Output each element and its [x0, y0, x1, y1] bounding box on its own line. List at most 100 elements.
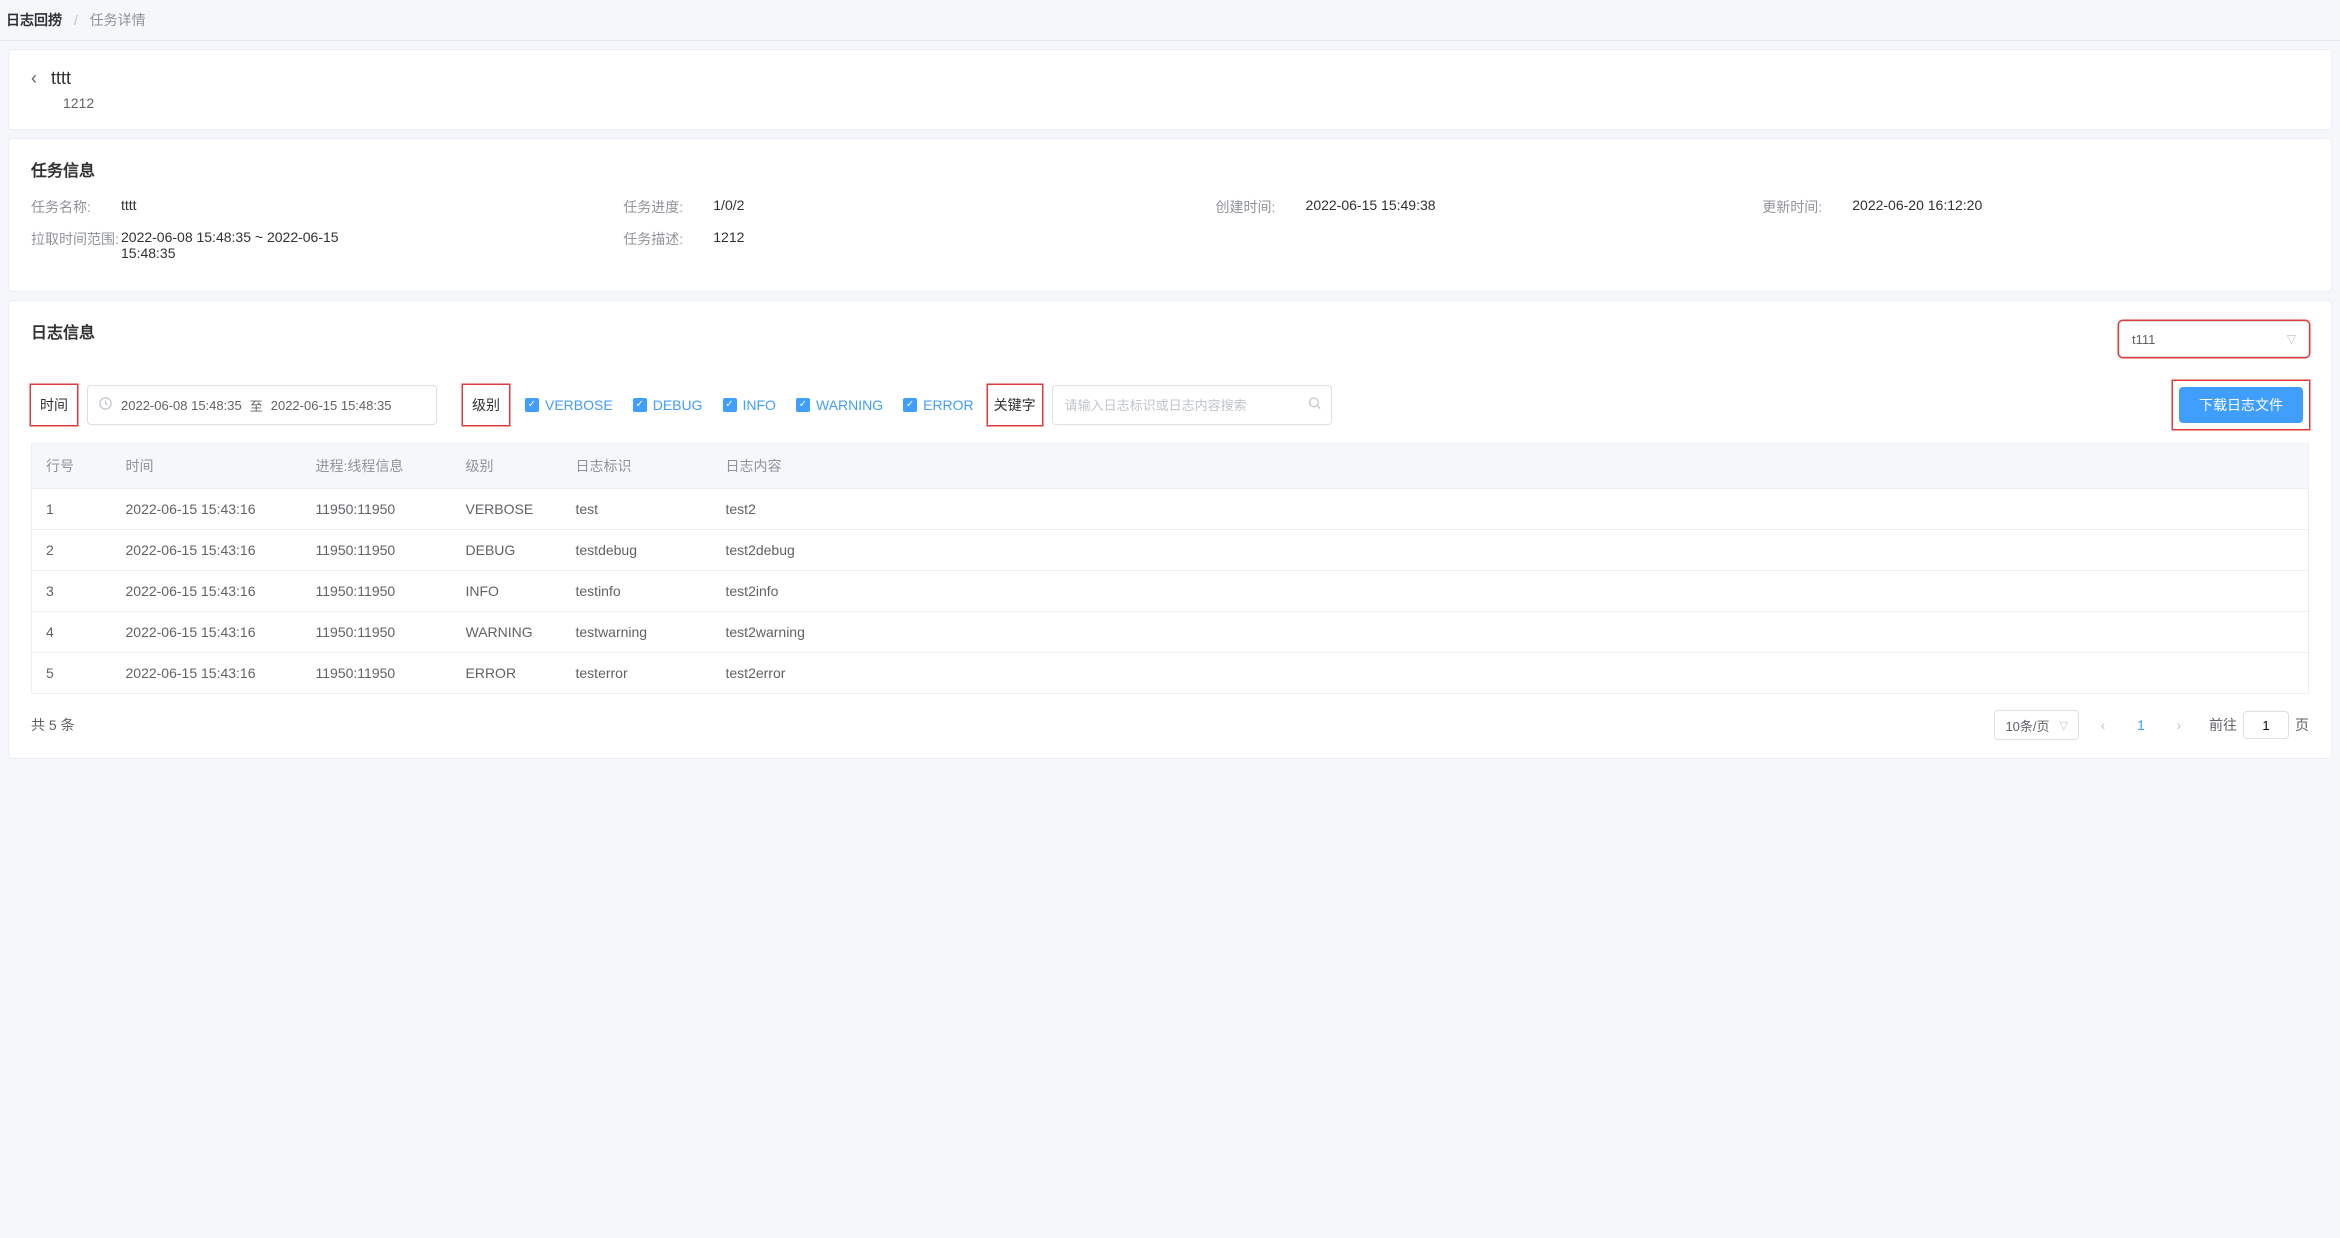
- table-row: 12022-06-15 15:43:1611950:11950VERBOSEte…: [32, 489, 2309, 530]
- page-size-select[interactable]: 10条/页 ▽: [1994, 710, 2079, 740]
- col-header-time: 时间: [112, 444, 302, 489]
- time-range-end: 2022-06-15 15:48:35: [271, 398, 392, 413]
- cell-time: 2022-06-15 15:43:16: [112, 530, 302, 571]
- page-prev-button[interactable]: ‹: [2089, 711, 2117, 739]
- chevron-down-icon: ▽: [2287, 332, 2296, 346]
- level-info-checkbox[interactable]: ✓INFO: [723, 397, 776, 413]
- task-info-title: 任务信息: [31, 157, 2309, 181]
- table-row: 22022-06-15 15:43:1611950:11950DEBUGtest…: [32, 530, 2309, 571]
- col-header-process: 进程:线程信息: [302, 444, 452, 489]
- task-name-label: 任务名称:: [31, 197, 121, 217]
- cell-time: 2022-06-15 15:43:16: [112, 612, 302, 653]
- col-header-index: 行号: [32, 444, 112, 489]
- cell-content: test2: [712, 489, 2309, 530]
- cell-idx: 1: [32, 489, 112, 530]
- task-name-value: tttt: [121, 197, 137, 217]
- level-error-label: ERROR: [923, 397, 974, 413]
- log-table: 行号 时间 进程:线程信息 级别 日志标识 日志内容 12022-06-15 1…: [31, 443, 2309, 694]
- level-warning-checkbox[interactable]: ✓WARNING: [796, 397, 883, 413]
- col-header-content: 日志内容: [712, 444, 2309, 489]
- time-label: 时间: [31, 385, 77, 425]
- col-header-tag: 日志标识: [562, 444, 712, 489]
- cell-idx: 3: [32, 571, 112, 612]
- keyword-label: 关键字: [988, 385, 1042, 425]
- page-number-current[interactable]: 1: [2127, 711, 2155, 739]
- cell-tag: testinfo: [562, 571, 712, 612]
- breadcrumb: 日志回捞 / 任务详情: [0, 0, 2340, 41]
- cell-level: INFO: [452, 571, 562, 612]
- download-log-button[interactable]: 下载日志文件: [2179, 387, 2303, 423]
- cell-time: 2022-06-15 15:43:16: [112, 653, 302, 694]
- cell-proc: 11950:11950: [302, 489, 452, 530]
- cell-content: test2error: [712, 653, 2309, 694]
- header-card: ‹ tttt 1212: [8, 49, 2332, 130]
- cell-content: test2debug: [712, 530, 2309, 571]
- device-select[interactable]: t111 ▽: [2119, 321, 2309, 357]
- page-next-button[interactable]: ›: [2165, 711, 2193, 739]
- cell-time: 2022-06-15 15:43:16: [112, 571, 302, 612]
- cell-idx: 5: [32, 653, 112, 694]
- table-row: 52022-06-15 15:43:1611950:11950ERRORtest…: [32, 653, 2309, 694]
- keyword-search-input[interactable]: [1052, 385, 1332, 425]
- task-updated-label: 更新时间:: [1762, 197, 1852, 217]
- task-desc-label: 任务描述:: [623, 229, 713, 261]
- table-row: 32022-06-15 15:43:1611950:11950INFOtesti…: [32, 571, 2309, 612]
- task-progress-label: 任务进度:: [623, 197, 713, 217]
- chevron-down-icon: ▽: [2060, 719, 2068, 732]
- cell-level: VERBOSE: [452, 489, 562, 530]
- breadcrumb-separator: /: [74, 12, 78, 28]
- cell-tag: testdebug: [562, 530, 712, 571]
- cell-idx: 2: [32, 530, 112, 571]
- page-subtitle: 1212: [63, 95, 2309, 111]
- task-desc-value: 1212: [713, 229, 744, 261]
- level-error-checkbox[interactable]: ✓ERROR: [903, 397, 974, 413]
- task-progress-value: 1/0/2: [713, 197, 744, 217]
- page-title: tttt: [51, 68, 71, 89]
- level-debug-checkbox[interactable]: ✓DEBUG: [633, 397, 703, 413]
- level-label: 级别: [463, 385, 509, 425]
- time-range-start: 2022-06-08 15:48:35: [121, 398, 242, 413]
- cell-idx: 4: [32, 612, 112, 653]
- table-row: 42022-06-15 15:43:1611950:11950WARNINGte…: [32, 612, 2309, 653]
- cell-content: test2warning: [712, 612, 2309, 653]
- level-info-label: INFO: [743, 397, 776, 413]
- time-range-picker[interactable]: 2022-06-08 15:48:35 至 2022-06-15 15:48:3…: [87, 385, 437, 425]
- goto-page-input[interactable]: [2243, 711, 2289, 739]
- goto-label-prefix: 前往: [2209, 715, 2237, 735]
- cell-level: ERROR: [452, 653, 562, 694]
- level-verbose-checkbox[interactable]: ✓VERBOSE: [525, 397, 613, 413]
- cell-proc: 11950:11950: [302, 653, 452, 694]
- time-range-separator: 至: [250, 396, 263, 415]
- level-checkbox-group: ✓VERBOSE ✓DEBUG ✓INFO ✓WARNING ✓ERROR: [519, 397, 974, 413]
- device-select-value: t111: [2132, 332, 2155, 347]
- cell-tag: testwarning: [562, 612, 712, 653]
- page-size-value: 10条/页: [2005, 716, 2049, 735]
- col-header-level: 级别: [452, 444, 562, 489]
- back-icon[interactable]: ‹: [31, 68, 37, 89]
- task-created-label: 创建时间:: [1216, 197, 1306, 217]
- breadcrumb-root[interactable]: 日志回捞: [6, 12, 62, 28]
- cell-content: test2info: [712, 571, 2309, 612]
- task-range-label: 拉取时间范围:: [31, 229, 121, 261]
- cell-level: DEBUG: [452, 530, 562, 571]
- level-verbose-label: VERBOSE: [545, 397, 613, 413]
- pagination-total: 共 5 条: [31, 715, 75, 735]
- cell-proc: 11950:11950: [302, 530, 452, 571]
- level-debug-label: DEBUG: [653, 397, 703, 413]
- search-icon: [1307, 396, 1322, 415]
- task-updated-value: 2022-06-20 16:12:20: [1852, 197, 1982, 217]
- cell-tag: testerror: [562, 653, 712, 694]
- level-warning-label: WARNING: [816, 397, 883, 413]
- clock-icon: [98, 396, 113, 414]
- log-info-card: 日志信息 t111 ▽ 时间 2022-06-08 15:48:35 至 202…: [8, 300, 2332, 759]
- task-info-card: 任务信息 任务名称: tttt 任务进度: 1/0/2 创建时间: 2022-0…: [8, 138, 2332, 292]
- breadcrumb-current: 任务详情: [90, 12, 146, 28]
- log-info-title: 日志信息: [31, 319, 95, 343]
- task-created-value: 2022-06-15 15:49:38: [1306, 197, 1436, 217]
- cell-level: WARNING: [452, 612, 562, 653]
- cell-proc: 11950:11950: [302, 612, 452, 653]
- task-range-value: 2022-06-08 15:48:35 ~ 2022-06-15 15:48:3…: [121, 229, 341, 261]
- cell-time: 2022-06-15 15:43:16: [112, 489, 302, 530]
- cell-proc: 11950:11950: [302, 571, 452, 612]
- cell-tag: test: [562, 489, 712, 530]
